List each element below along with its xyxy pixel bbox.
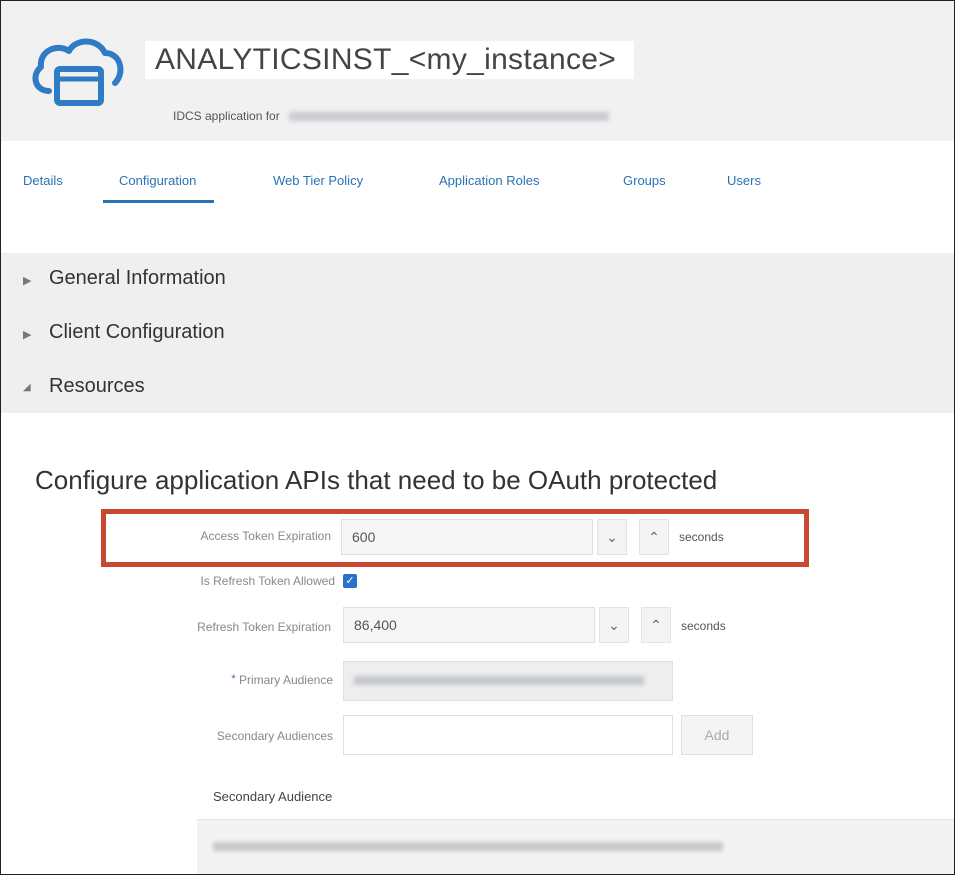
section-label: Resources	[49, 375, 145, 397]
highlight-box	[101, 509, 809, 567]
refresh-allowed-checkbox[interactable]: ✓	[343, 574, 357, 588]
redacted-instance-name	[289, 112, 610, 122]
primary-audience-label: * Primary Audience	[109, 673, 333, 687]
table-row[interactable]	[197, 820, 954, 874]
tab-configuration[interactable]: Configuration	[103, 173, 215, 203]
app-subtitle: IDCS application for	[173, 109, 610, 123]
secondary-audiences-input[interactable]	[343, 715, 673, 755]
tab-application-roles[interactable]: Application Roles	[439, 173, 539, 188]
refresh-token-unit: seconds	[681, 619, 726, 633]
refresh-allowed-label: Is Refresh Token Allowed	[200, 574, 335, 588]
triangle-down-icon: ◢	[23, 382, 31, 393]
chevron-down-icon[interactable]: ⌄	[599, 607, 629, 643]
chevron-up-icon[interactable]: ⌃	[641, 607, 671, 643]
section-label: Client Configuration	[49, 321, 225, 343]
tab-web-tier-policy[interactable]: Web Tier Policy	[273, 173, 363, 188]
refresh-token-expiration-input[interactable]: 86,400	[343, 607, 595, 643]
redacted-primary-audience	[354, 675, 644, 685]
section-resources[interactable]: ◢ Resources	[1, 361, 954, 415]
section-label: General Information	[49, 267, 226, 289]
primary-audience-text: Primary Audience	[238, 673, 333, 687]
cloud-app-icon	[32, 38, 124, 106]
app-header: ANALYTICSINST_<my_instance> IDCS applica…	[1, 1, 954, 141]
refresh-token-expiration-label: Refresh Token Expiration	[197, 620, 331, 634]
column-header-secondary-audience: Secondary Audience	[213, 789, 333, 804]
required-marker: *	[231, 673, 236, 685]
tab-users[interactable]: Users	[727, 173, 761, 188]
add-button[interactable]: Add	[681, 715, 753, 755]
app-frame: ANALYTICSINST_<my_instance> IDCS applica…	[0, 0, 955, 875]
subtitle-prefix: IDCS application for	[173, 109, 280, 123]
tab-bar: Details Configuration Web Tier Policy Ap…	[1, 141, 954, 251]
secondary-audience-table-header: Secondary Audience	[197, 773, 954, 820]
secondary-audiences-label: Secondary Audiences	[216, 729, 333, 743]
app-title: ANALYTICSINST_<my_instance>	[145, 41, 635, 79]
primary-audience-input[interactable]	[343, 661, 673, 701]
triangle-right-icon: ▶	[23, 329, 32, 341]
tab-groups[interactable]: Groups	[623, 173, 666, 188]
section-general-information[interactable]: ▶ General Information	[1, 253, 954, 307]
tab-details[interactable]: Details	[23, 173, 63, 188]
resources-heading: Configure application APIs that need to …	[35, 465, 718, 495]
check-icon: ✓	[345, 575, 355, 587]
redacted-secondary-audience	[213, 842, 723, 851]
triangle-right-icon: ▶	[23, 275, 32, 287]
section-client-configuration[interactable]: ▶ Client Configuration	[1, 307, 954, 361]
